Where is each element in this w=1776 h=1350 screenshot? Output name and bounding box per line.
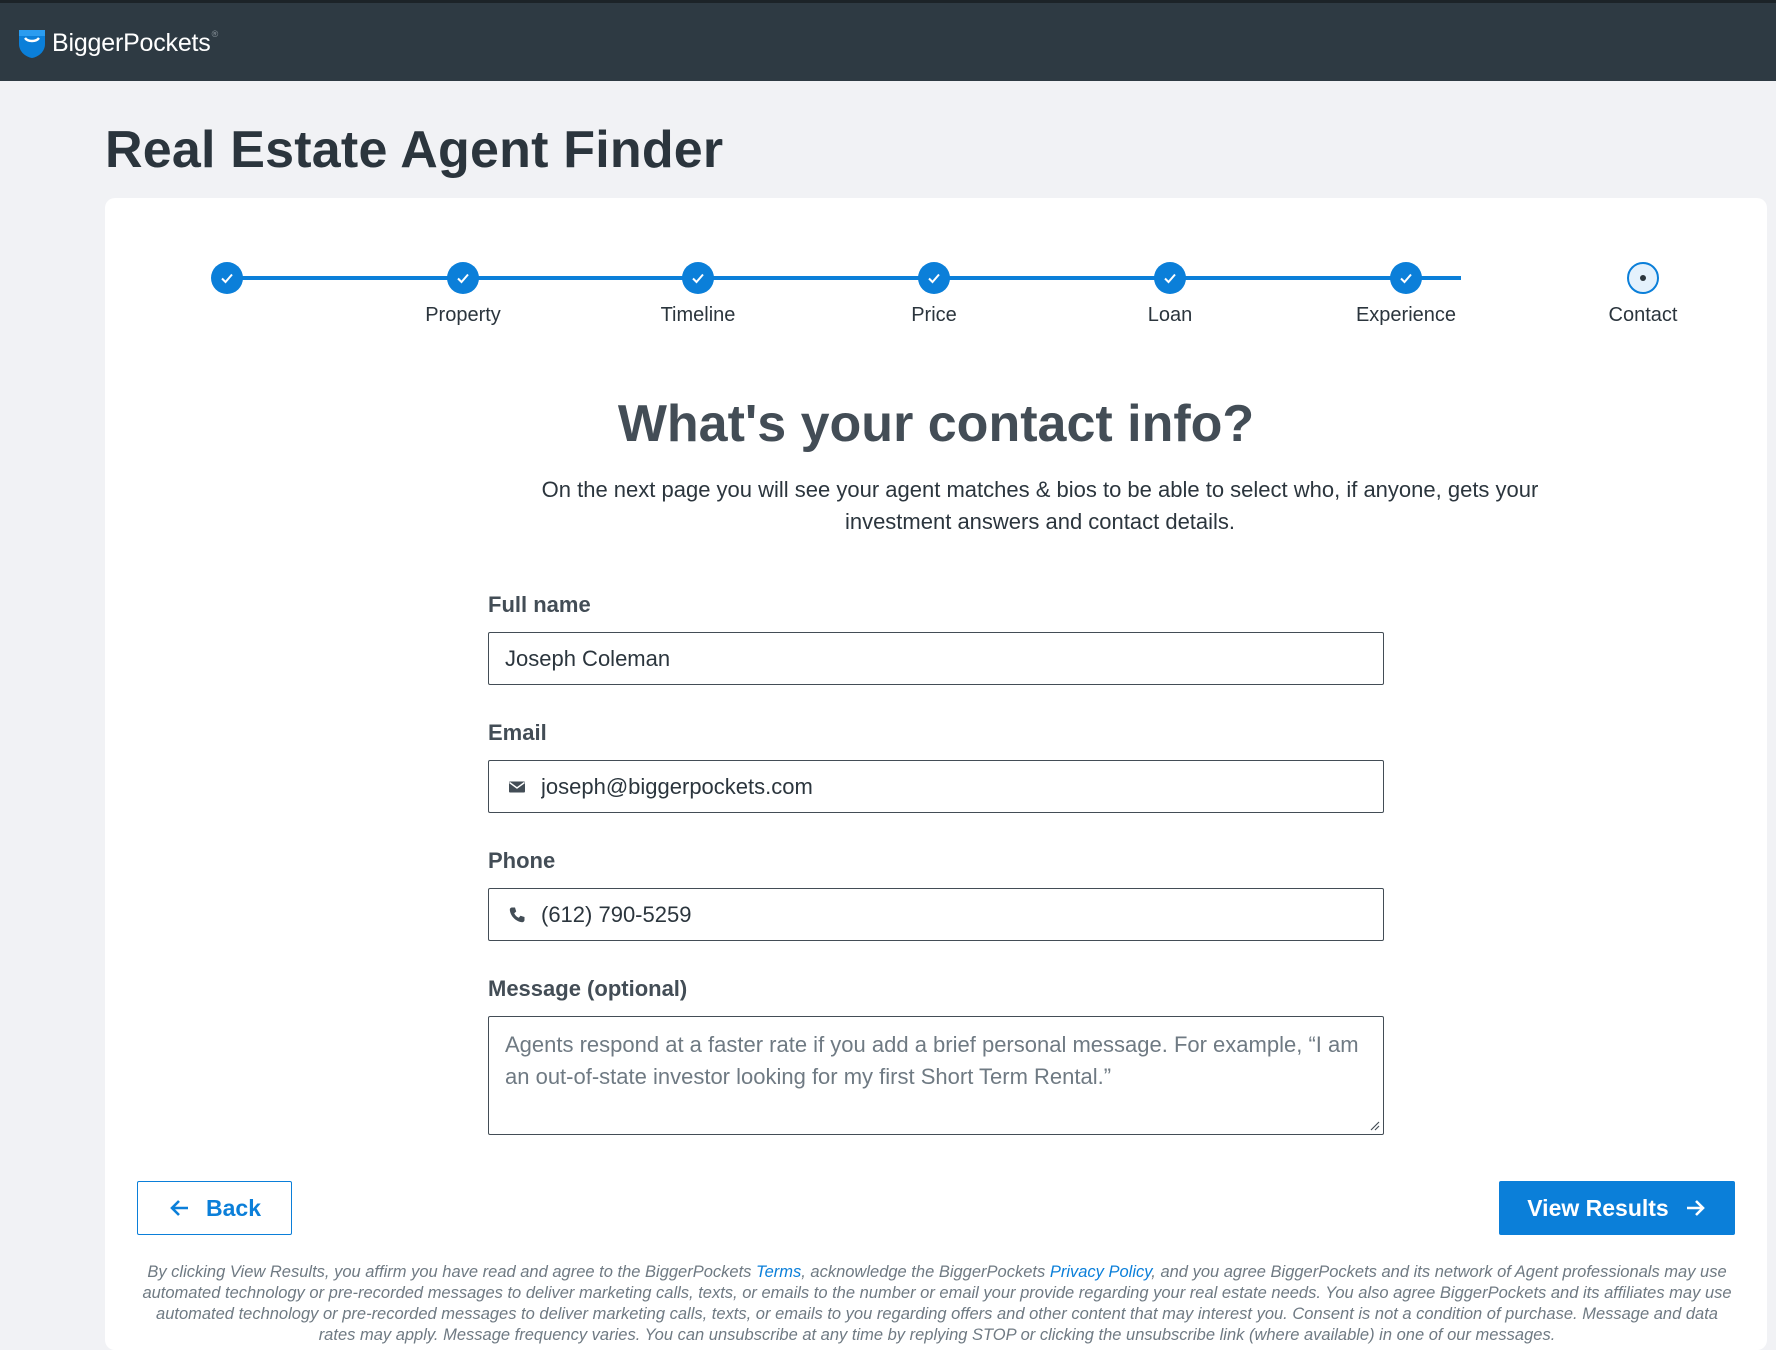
- phone-input[interactable]: [541, 889, 1383, 940]
- arrow-left-icon: [170, 1200, 188, 1216]
- arrow-right-icon: [1686, 1200, 1705, 1216]
- email-input[interactable]: [541, 761, 1383, 812]
- step-label-experience: Experience: [1355, 304, 1457, 326]
- form-subtext: On the next page you will see your agent…: [541, 477, 1539, 534]
- full-name-input[interactable]: [489, 633, 1383, 684]
- top-navbar: BiggerPockets®: [0, 0, 1776, 81]
- phone-icon: [509, 907, 525, 922]
- step-experience-complete: [1390, 262, 1422, 294]
- progress-stepper: Property Timeline Price Loan Experience …: [105, 198, 1767, 338]
- step-1-complete: [211, 262, 243, 294]
- full-name-field: [488, 632, 1384, 685]
- page-title: Real Estate Agent Finder: [105, 121, 724, 179]
- full-name-label: Full name: [488, 592, 591, 617]
- email-field: [488, 760, 1384, 813]
- phone-label: Phone: [488, 848, 556, 873]
- step-label-loan: Loan: [1147, 304, 1193, 326]
- step-property-complete: [447, 262, 479, 294]
- step-timeline-complete: [682, 262, 714, 294]
- check-icon: [692, 273, 704, 284]
- phone-field: [488, 888, 1384, 941]
- privacy-policy-link[interactable]: Privacy Policy: [1050, 1263, 1151, 1281]
- message-label: Message (optional): [488, 976, 688, 1001]
- step-price-complete: [918, 262, 950, 294]
- step-label-price: Price: [911, 304, 957, 326]
- step-contact-current: [1627, 262, 1659, 294]
- check-icon: [1400, 273, 1412, 284]
- email-label: Email: [488, 720, 547, 745]
- terms-link[interactable]: Terms: [756, 1263, 801, 1281]
- brand-logo[interactable]: BiggerPockets®: [18, 27, 218, 59]
- step-label-contact: Contact: [1608, 304, 1678, 326]
- stepper-track: [227, 276, 1461, 280]
- legal-disclaimer: By clicking View Results, you affirm you…: [142, 1263, 1732, 1344]
- step-label-property: Property: [425, 304, 501, 326]
- view-results-label: View Results: [1527, 1194, 1669, 1221]
- form-heading: What's your contact info?: [617, 395, 1255, 453]
- mail-icon: [509, 781, 525, 792]
- resize-handle-icon[interactable]: [1368, 1119, 1380, 1131]
- biggerpockets-logo-icon: [19, 30, 45, 58]
- check-icon: [928, 273, 940, 284]
- step-loan-complete: [1154, 262, 1186, 294]
- message-textarea[interactable]: [489, 1017, 1383, 1134]
- check-icon: [1164, 273, 1176, 284]
- brand-name: BiggerPockets®: [52, 28, 219, 57]
- back-button[interactable]: Back: [137, 1181, 292, 1235]
- view-results-button[interactable]: View Results: [1499, 1181, 1735, 1235]
- message-field: [488, 1016, 1384, 1135]
- check-icon: [457, 273, 469, 284]
- check-icon: [221, 273, 233, 284]
- step-label-timeline: Timeline: [660, 304, 736, 326]
- back-button-label: Back: [206, 1194, 261, 1221]
- form-card: Property Timeline Price Loan Experience …: [105, 198, 1767, 1350]
